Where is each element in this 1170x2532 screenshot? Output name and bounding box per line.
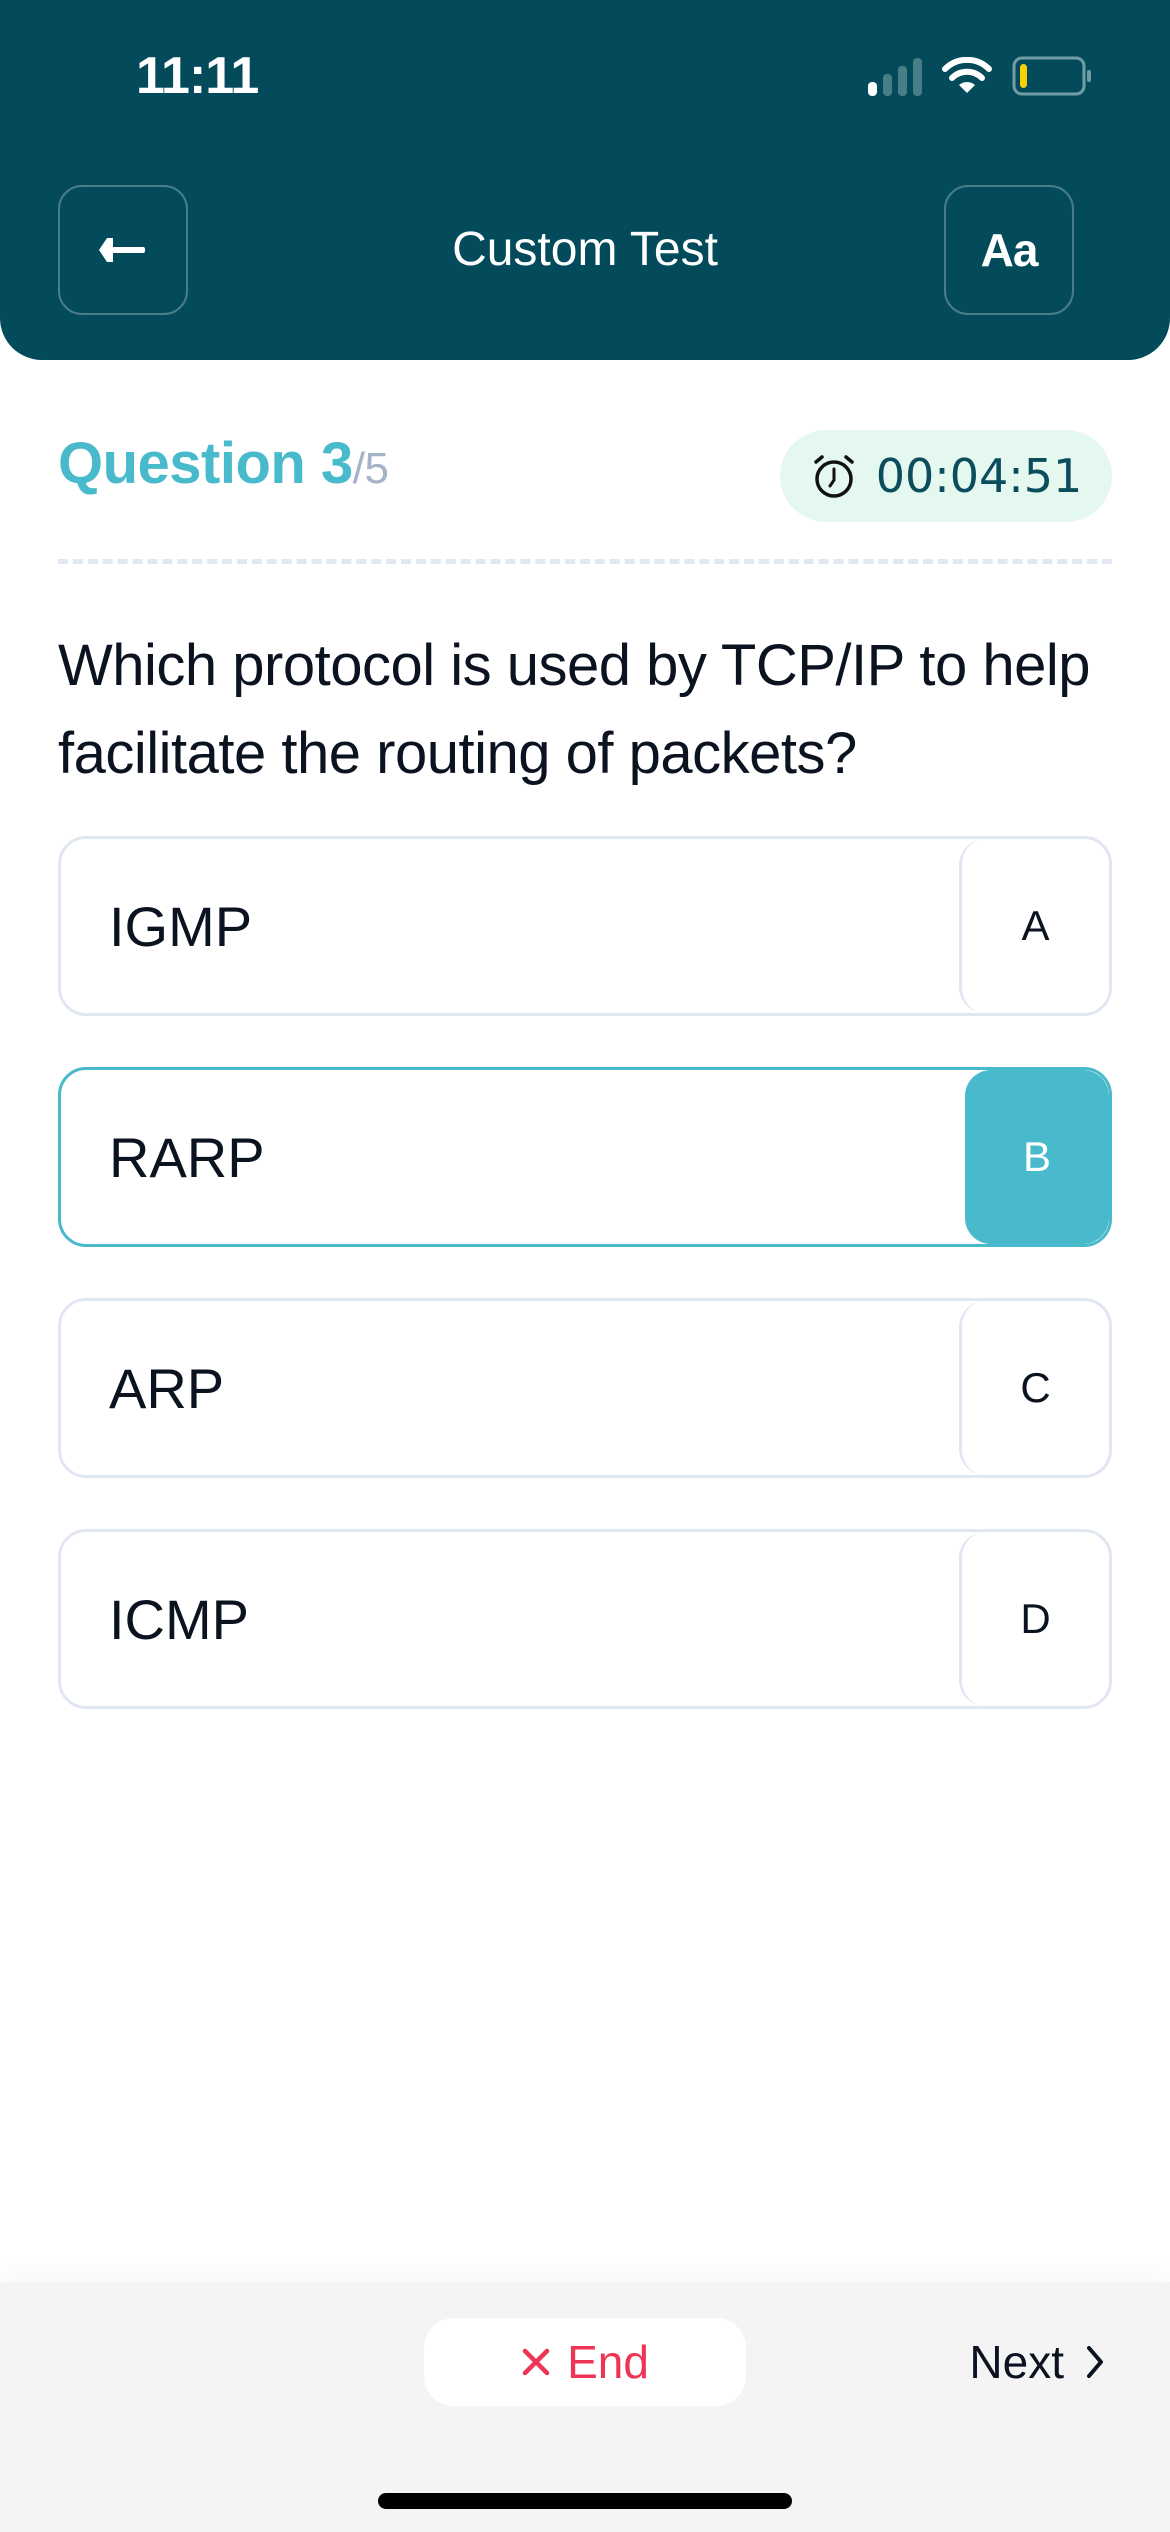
option-letter: A [959,839,1109,1013]
end-button[interactable]: End [424,2318,746,2406]
question-counter: Question 3/5 [58,430,389,497]
question-total: /5 [352,444,389,493]
option-d[interactable]: ICMP D [58,1529,1112,1709]
status-icons [868,56,1092,96]
alarm-clock-icon [813,455,854,498]
chevron-right-icon [1087,2346,1103,2378]
option-text: RARP [109,1125,265,1189]
status-time: 11:11 [136,47,259,105]
option-a[interactable]: IGMP A [58,836,1112,1016]
option-letter: B [965,1070,1109,1244]
wifi-icon [942,57,992,93]
option-text: ICMP [109,1587,249,1651]
option-b[interactable]: RARP B [58,1067,1112,1247]
question-text: Which protocol is used by TCP/IP to help… [58,633,1091,786]
next-label: Next [969,2336,1064,2388]
option-letter: D [959,1532,1109,1706]
question-meta: Question 3/5 00:04:51 [58,430,1112,530]
app-header: 11:11 Custom Test Aa [0,0,1170,360]
timer-badge: 00:04:51 [780,430,1112,522]
font-size-button[interactable]: Aa [944,185,1074,315]
end-label: End [567,2336,649,2388]
option-text: IGMP [109,894,253,958]
next-button[interactable]: Next [969,2318,1104,2406]
x-icon [522,2348,550,2376]
battery-icon [1012,56,1091,96]
cellular-signal-icon [868,56,922,96]
home-indicator[interactable] [378,2493,792,2509]
divider [58,559,1112,564]
option-text: ARP [109,1356,225,1420]
option-c[interactable]: ARP C [58,1298,1112,1478]
timer-text: 00:04:51 [875,449,1083,503]
option-letter: C [959,1301,1109,1475]
question-number: Question 3 [58,431,353,496]
